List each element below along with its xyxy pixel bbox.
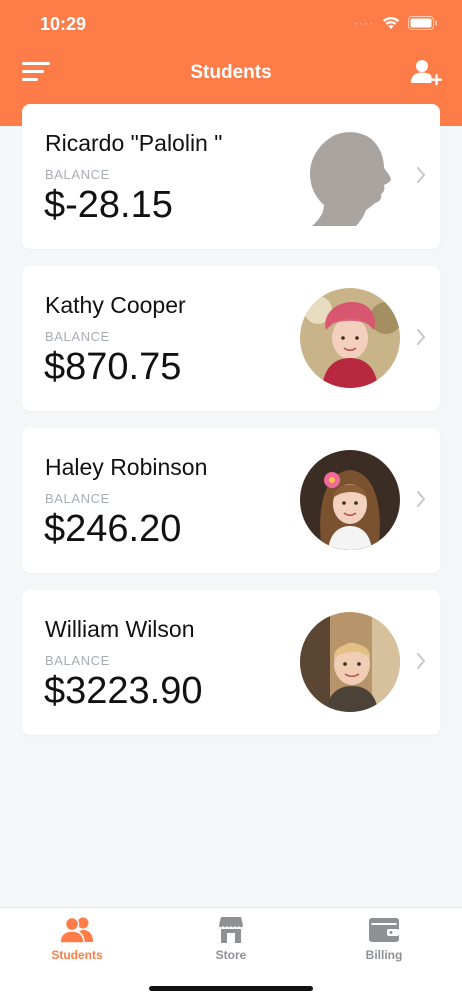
tab-label: Store — [215, 948, 247, 962]
status-time: 10:29 — [40, 14, 87, 34]
add-user-icon[interactable] — [410, 58, 442, 88]
status-bar: 10:29 ···· — [0, 0, 462, 50]
chevron-right-icon — [417, 653, 425, 669]
users-icon — [60, 916, 93, 944]
chevron-right-icon — [417, 167, 425, 183]
student-card[interactable]: Kathy Cooper BALANCE $870.75 — [22, 266, 440, 411]
student-name: Haley Robinson — [45, 454, 208, 480]
student-list: Ricardo "Palolin " BALANCE $-28.15 Kathy… — [22, 104, 440, 752]
tab-bar: Students Store Billing — [0, 907, 462, 1000]
balance-amount: $870.75 — [44, 346, 182, 388]
home-indicator[interactable] — [149, 986, 313, 991]
status-icons: ···· — [354, 16, 438, 30]
student-photo-avatar — [300, 288, 400, 388]
student-photo-avatar — [300, 612, 400, 712]
chevron-right-icon — [417, 491, 425, 507]
balance-amount: $246.20 — [44, 508, 182, 550]
page-title: Students — [190, 62, 272, 83]
balance-amount: $-28.15 — [44, 184, 173, 226]
silhouette-avatar-icon — [310, 132, 391, 226]
student-card[interactable]: Ricardo "Palolin " BALANCE $-28.15 — [22, 104, 440, 249]
wifi-icon — [382, 17, 400, 29]
nav-bar: Students — [0, 56, 462, 92]
tab-label: Students — [51, 948, 103, 962]
student-name: Kathy Cooper — [45, 292, 186, 318]
balance-label: BALANCE — [45, 653, 110, 668]
balance-label: BALANCE — [45, 329, 110, 344]
battery-icon — [408, 16, 437, 30]
tab-store[interactable]: Store — [171, 916, 291, 962]
balance-label: BALANCE — [45, 167, 110, 182]
student-name: William Wilson — [45, 616, 195, 642]
chevron-right-icon — [417, 329, 425, 345]
balance-amount: $3223.90 — [44, 670, 203, 712]
tab-students[interactable]: Students — [17, 916, 137, 962]
store-icon — [219, 917, 243, 943]
tab-label: Billing — [365, 948, 403, 962]
tab-billing[interactable]: Billing — [324, 916, 444, 962]
signal-icon: ···· — [354, 16, 374, 30]
student-photo-avatar — [300, 450, 400, 550]
balance-label: BALANCE — [45, 491, 110, 506]
wallet-icon — [369, 918, 399, 942]
student-card[interactable]: Haley Robinson BALANCE $246.20 — [22, 428, 440, 573]
student-card[interactable]: William Wilson BALANCE $3223.90 — [22, 590, 440, 735]
student-name: Ricardo "Palolin " — [45, 130, 223, 156]
